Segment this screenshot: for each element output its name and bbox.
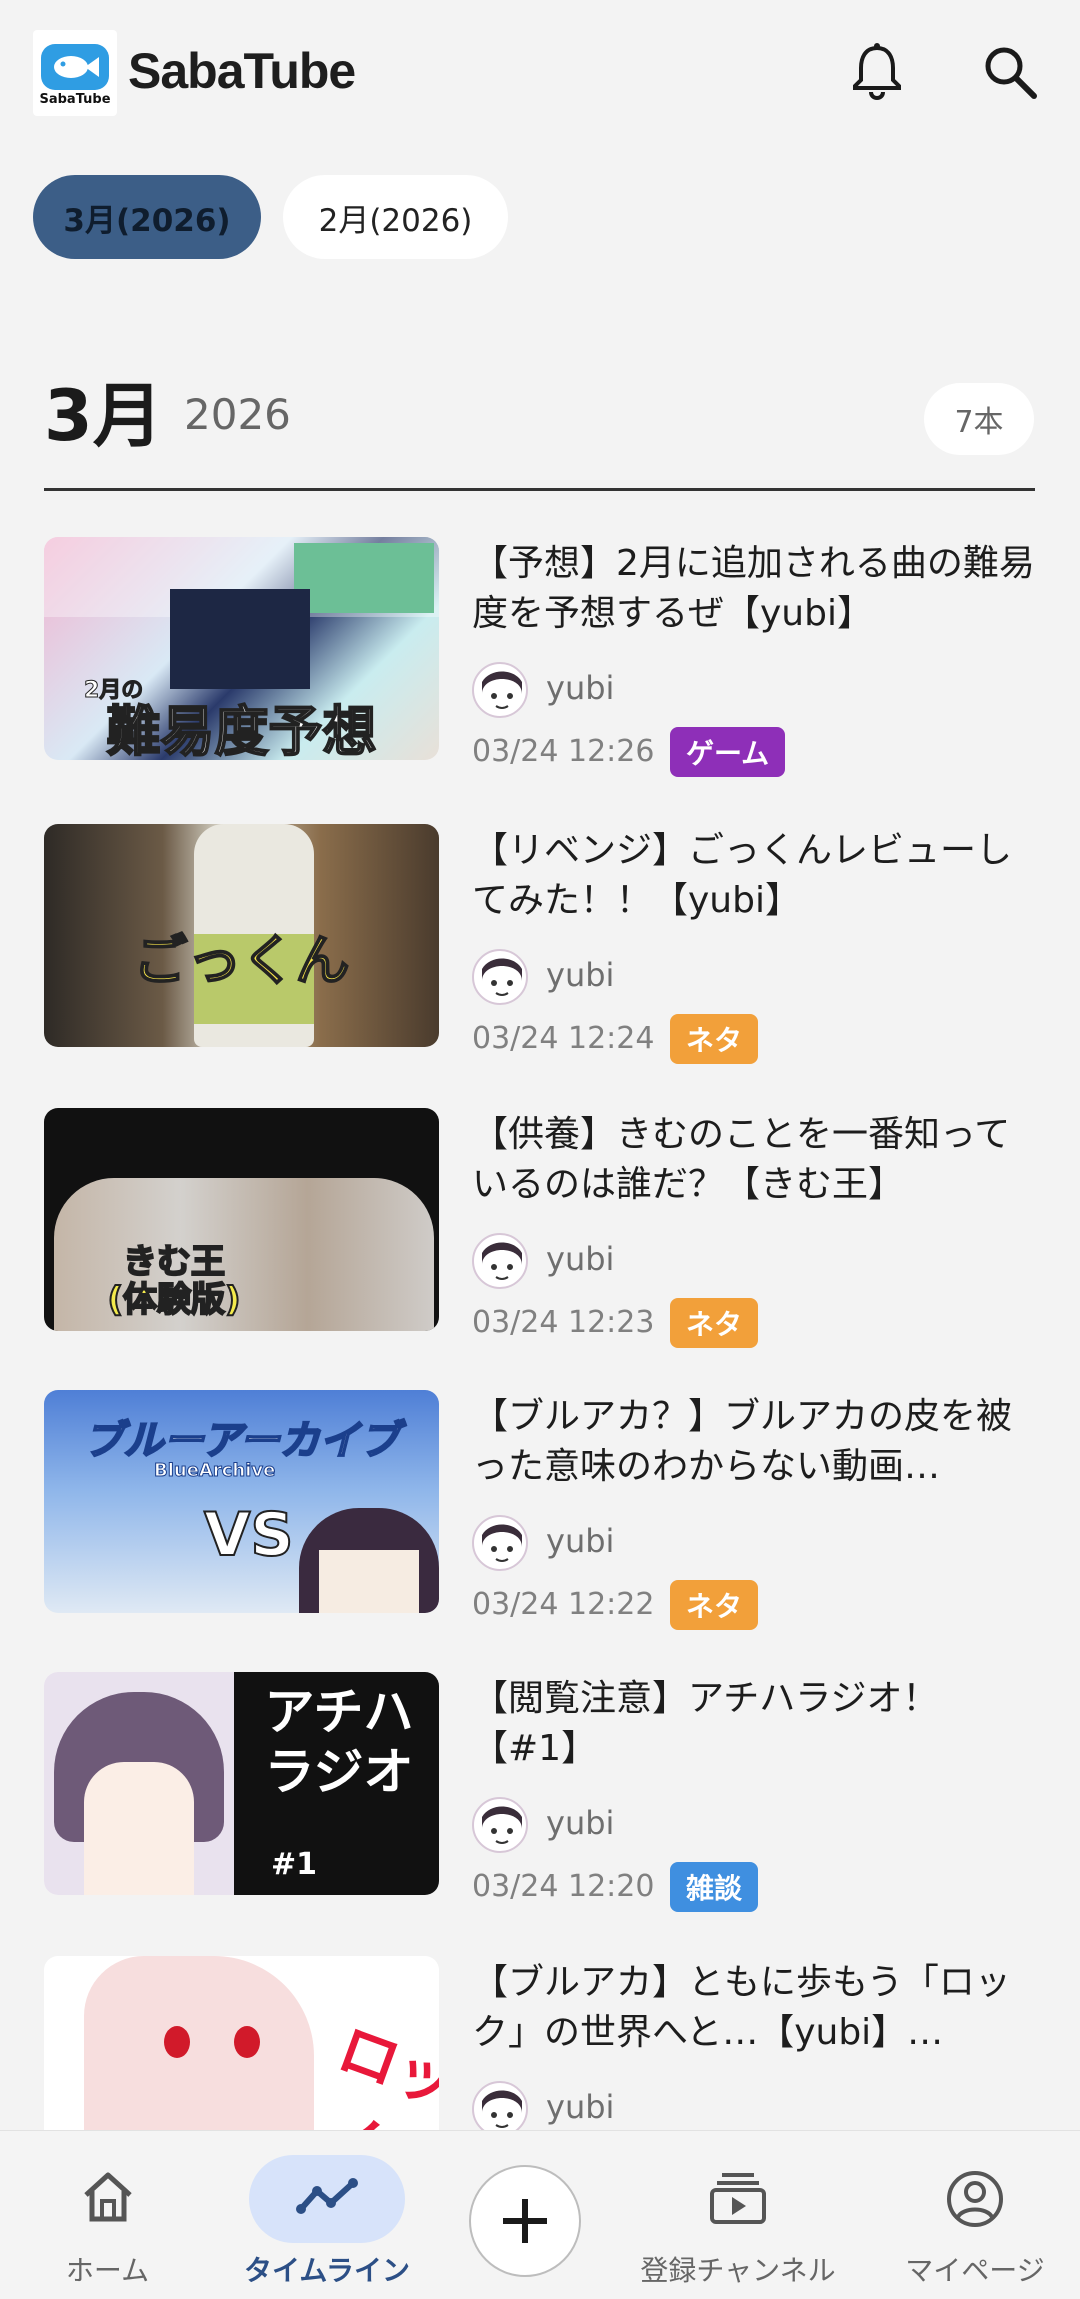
channel-name[interactable]: yubi xyxy=(546,2088,614,2126)
video-title[interactable]: 【予想】2月に追加される曲の難易度を予想するぜ【yubi】 xyxy=(472,539,1040,639)
nav-mypage[interactable]: マイページ xyxy=(880,2131,1070,2299)
app-logo[interactable]: SabaTube xyxy=(33,30,117,116)
app-header: SabaTube SabaTube xyxy=(0,0,1080,150)
thumb-caption: ブルーアーカイブ xyxy=(83,1417,401,1465)
logo-text: SabaTube xyxy=(39,92,111,107)
nav-label: 登録チャンネル xyxy=(640,2254,836,2287)
category-tag[interactable]: ゲーム xyxy=(670,727,786,777)
channel-avatar[interactable] xyxy=(472,2081,528,2130)
video-item[interactable]: 難易度予想 2月の 【予想】2月に追加される曲の難易度を予想するぜ【yubi】 … xyxy=(0,537,1080,797)
nav-subscriptions[interactable]: 登録チャンネル xyxy=(628,2131,848,2299)
month-chip-march[interactable]: 3月(2026) xyxy=(33,175,261,259)
channel-name[interactable]: yubi xyxy=(546,1522,614,1560)
thumb-caption-small: 2月の xyxy=(83,678,144,704)
channel-name[interactable]: yubi xyxy=(546,669,614,707)
video-item[interactable]: アチハ ラジオ #1 【閲覧注意】アチハラジオ！【#1】 yubi 03/24 1… xyxy=(0,1672,1080,1932)
channel-avatar[interactable] xyxy=(472,1797,528,1853)
upload-date: 03/24 12:20 xyxy=(472,1869,655,1904)
category-tag[interactable]: ネタ xyxy=(670,1298,759,1348)
upload-date: 03/24 12:23 xyxy=(472,1305,655,1340)
video-thumbnail[interactable]: 難易度予想 2月の xyxy=(44,537,439,760)
video-item[interactable]: ロック 【ブルアカ】ともに歩もう「ロック」の世界へと…【yubi】… yubi xyxy=(0,1956,1080,2130)
category-tag[interactable]: ネタ xyxy=(670,1014,759,1064)
fish-logo-icon xyxy=(41,44,109,90)
video-title[interactable]: 【ブルアカ】ともに歩もう「ロック」の世界へと…【yubi】… xyxy=(472,1958,1040,2058)
create-button[interactable] xyxy=(469,2165,581,2277)
section-divider xyxy=(44,488,1035,491)
thumb-caption-vs: VS xyxy=(203,1499,295,1571)
video-item[interactable]: きむ王 (体験版) 【供養】きむのことを一番知っているのは誰だ？【きむ王】 yub… xyxy=(0,1108,1080,1368)
video-item[interactable]: ごっくん 【リベンジ】ごっくんレビューしてみた！！【yubi】 yubi 03/… xyxy=(0,824,1080,1084)
plus-icon xyxy=(503,2199,547,2243)
channel-avatar[interactable] xyxy=(472,1233,528,1289)
video-thumbnail[interactable]: きむ王 (体験版) xyxy=(44,1108,439,1331)
bottom-navigation: ホーム タイムライン 登録チャンネル マイページ xyxy=(0,2130,1080,2299)
thumb-art xyxy=(164,2026,190,2058)
upload-date: 03/24 12:22 xyxy=(472,1587,655,1622)
thumb-caption: ごっくん xyxy=(133,928,351,993)
video-thumbnail[interactable]: アチハ ラジオ #1 xyxy=(44,1672,439,1895)
upload-date: 03/24 12:26 xyxy=(472,734,655,769)
nav-label: ホーム xyxy=(65,2254,150,2287)
video-title[interactable]: 【ブルアカ？】ブルアカの皮を被った意味のわからない動画… xyxy=(472,1392,1040,1492)
month-chip-february[interactable]: 2月(2026) xyxy=(283,175,508,259)
channel-name[interactable]: yubi xyxy=(546,956,614,994)
channel-avatar[interactable] xyxy=(472,662,528,718)
subscriptions-icon xyxy=(708,2169,768,2229)
channel-avatar[interactable] xyxy=(472,949,528,1005)
account-icon xyxy=(945,2169,1005,2233)
thumb-art xyxy=(294,543,434,613)
video-thumbnail[interactable]: ロック xyxy=(44,1956,439,2130)
bell-icon[interactable] xyxy=(845,40,909,104)
section-month: 3月 xyxy=(44,375,163,457)
video-count-badge: 7本 xyxy=(924,383,1034,455)
upload-date: 03/24 12:24 xyxy=(472,1021,655,1056)
nav-timeline[interactable]: タイムライン xyxy=(222,2131,432,2299)
thumb-art xyxy=(234,2026,260,2058)
thumb-caption-small: BlueArchive xyxy=(153,1460,276,1482)
thumb-art xyxy=(319,1550,419,1613)
category-tag[interactable]: ネタ xyxy=(670,1580,759,1630)
video-title[interactable]: 【供養】きむのことを一番知っているのは誰だ？【きむ王】 xyxy=(472,1110,1040,1210)
video-title[interactable]: 【リベンジ】ごっくんレビューしてみた！！【yubi】 xyxy=(472,826,1040,926)
thumb-caption: きむ王 (体験版) xyxy=(106,1242,241,1320)
thumb-art xyxy=(170,589,310,689)
nav-label: マイページ xyxy=(905,2254,1045,2287)
video-item[interactable]: ブルーアーカイブ BlueArchive VS 【ブルアカ？】ブルアカの皮を被っ… xyxy=(0,1390,1080,1650)
thumb-caption: アチハ ラジオ xyxy=(264,1683,414,1801)
nav-home[interactable]: ホーム xyxy=(40,2131,175,2299)
video-thumbnail[interactable]: ブルーアーカイブ BlueArchive VS xyxy=(44,1390,439,1613)
timeline-icon xyxy=(295,2177,359,2221)
nav-label: タイムライン xyxy=(243,2254,411,2287)
thumb-art xyxy=(84,1762,194,1895)
video-title[interactable]: 【閲覧注意】アチハラジオ！【#1】 xyxy=(472,1674,1040,1774)
thumb-art xyxy=(84,1956,314,2130)
search-icon[interactable] xyxy=(978,40,1042,104)
thumb-caption-small: #1 xyxy=(270,1847,317,1882)
home-icon xyxy=(78,2169,138,2229)
channel-name[interactable]: yubi xyxy=(546,1804,614,1842)
channel-name[interactable]: yubi xyxy=(546,1240,614,1278)
app-title: SabaTube xyxy=(128,43,356,99)
section-year: 2026 xyxy=(184,390,291,439)
video-thumbnail[interactable]: ごっくん xyxy=(44,824,439,1047)
channel-avatar[interactable] xyxy=(472,1515,528,1571)
category-tag[interactable]: 雑談 xyxy=(670,1862,759,1912)
